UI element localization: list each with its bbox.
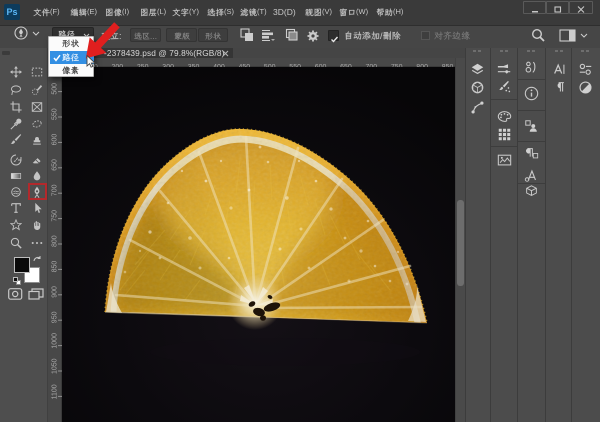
svg-text:1000: 1000 xyxy=(52,333,59,349)
svg-text:/: / xyxy=(380,31,383,41)
svg-text:550: 550 xyxy=(52,108,59,120)
svg-text:900: 900 xyxy=(52,286,59,298)
svg-text:700: 700 xyxy=(52,184,59,196)
svg-text:750: 750 xyxy=(52,210,59,222)
svg-text:600: 600 xyxy=(52,134,59,146)
svg-text:950: 950 xyxy=(52,311,59,323)
svg-text:.: . xyxy=(155,32,157,41)
svg-text:500: 500 xyxy=(52,83,59,95)
svg-text:1050: 1050 xyxy=(52,358,59,374)
svg-text:800: 800 xyxy=(52,235,59,247)
svg-text:1100: 1100 xyxy=(52,384,59,399)
svg-text:850: 850 xyxy=(52,261,59,273)
svg-text:650: 650 xyxy=(52,159,59,171)
